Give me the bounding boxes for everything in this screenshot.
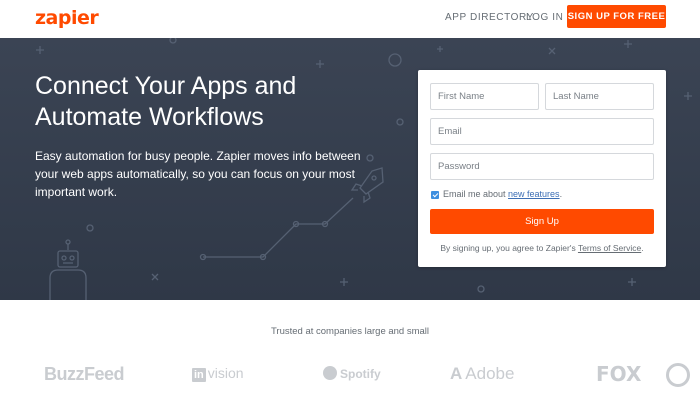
buzzfeed-logo: BuzzFeed	[44, 364, 125, 384]
hero-description: Easy automation for busy people. Zapier …	[35, 149, 361, 199]
terms-of-service-link[interactable]: Terms of Service	[578, 243, 641, 253]
terms-suffix: .	[641, 243, 644, 253]
terms-notice: By signing up, you agree to Zapier's Ter…	[418, 243, 666, 253]
adobe-mark: A	[450, 364, 463, 383]
spotify-logo: Spotify	[323, 366, 381, 381]
email-features-suffix: .	[559, 189, 563, 199]
trusted-heading: Trusted at companies large and small	[270, 326, 430, 337]
spotify-icon	[323, 366, 337, 380]
email-features-checkbox[interactable]	[431, 191, 439, 199]
partial-logo	[666, 363, 690, 387]
adobe-wordmark: Adobe	[465, 364, 515, 383]
terms-prefix: By signing up, you agree to Zapier's	[440, 243, 578, 253]
email-features-text: Email me about	[443, 189, 509, 199]
company-logos-row: BuzzFeed in vision Spotify A Adobe FOX	[0, 360, 700, 390]
invision-wordmark: vision	[207, 365, 244, 381]
hero-heading: Connect Your Apps and Automate Workflows	[35, 71, 375, 133]
adobe-logo: A Adobe	[450, 364, 514, 384]
first-name-input[interactable]	[430, 83, 539, 110]
fox-logo: FOX	[596, 362, 642, 386]
last-name-input[interactable]	[545, 83, 654, 110]
password-input[interactable]	[430, 153, 654, 180]
nav-app-directory-link[interactable]: APP DIRECTORY	[445, 12, 534, 23]
hero-heading-line-1: Connect Your Apps and	[35, 72, 297, 100]
email-input[interactable]	[430, 118, 654, 145]
hero-heading-line-2: Automate Workflows	[35, 103, 264, 131]
signup-form-card: Email me about new features. Sign Up By …	[418, 70, 666, 267]
nav-log-in-link[interactable]: LOG IN	[526, 12, 564, 23]
new-features-link[interactable]: new features	[508, 189, 560, 199]
invision-mark: in	[192, 368, 206, 382]
sign-up-submit-button[interactable]: Sign Up	[430, 209, 654, 234]
invision-logo: in vision	[192, 365, 244, 382]
top-navigation-bar: zapier APP DIRECTORY LOG IN SIGN UP FOR …	[0, 0, 700, 38]
email-features-label: Email me about new features.	[443, 189, 562, 199]
sign-up-for-free-button[interactable]: SIGN UP FOR FREE	[567, 5, 666, 28]
spotify-wordmark: Spotify	[340, 367, 381, 381]
zapier-logo[interactable]: zapier	[35, 7, 99, 29]
